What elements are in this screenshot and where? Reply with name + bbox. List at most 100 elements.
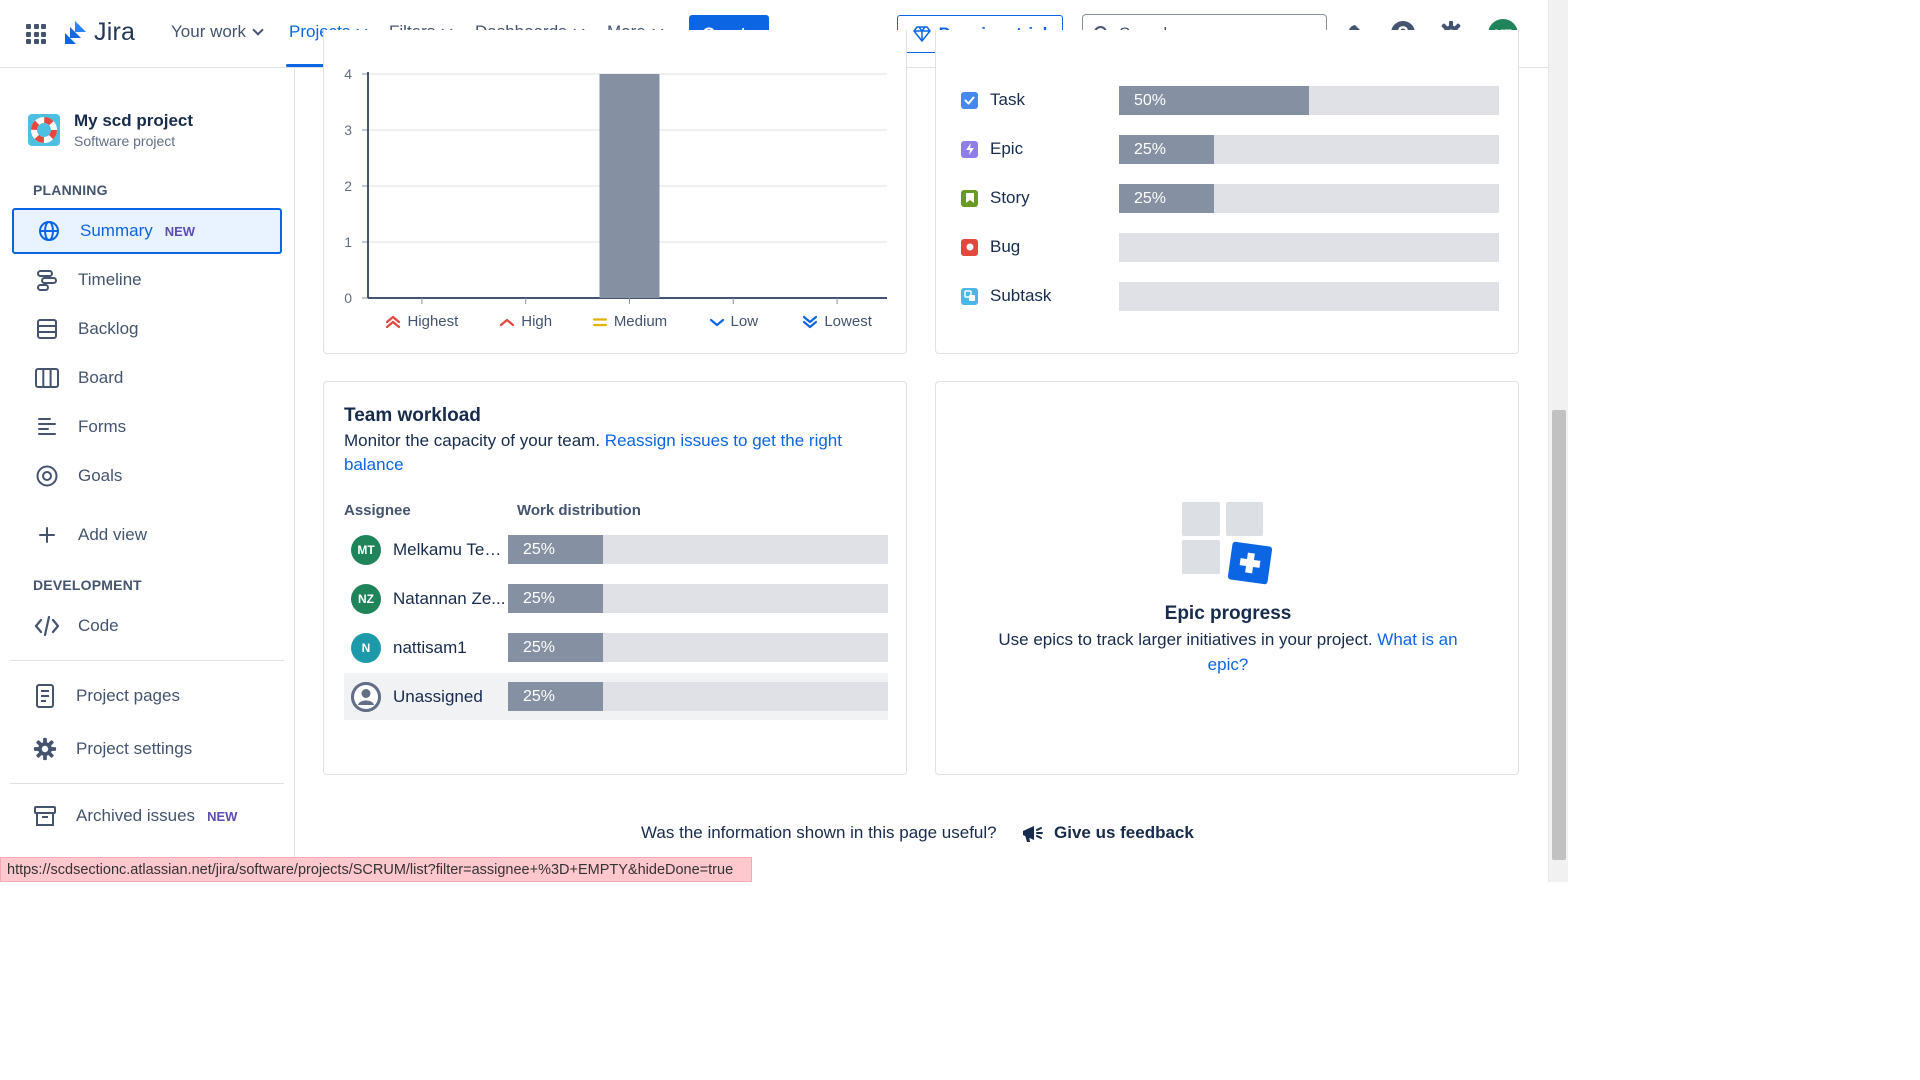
- give-feedback-button[interactable]: Give us feedback: [1020, 821, 1194, 845]
- legend-item-medium: Medium: [590, 313, 670, 330]
- work-distribution-bar[interactable]: 25%: [508, 584, 888, 613]
- sidebar-item-code[interactable]: Code: [12, 603, 282, 649]
- app-switcher-icon[interactable]: [26, 24, 46, 44]
- workload-row[interactable]: Nnattisam1 25%: [344, 624, 888, 671]
- jira-logo-text: Jira: [94, 18, 136, 46]
- type-name: Subtask: [990, 286, 1052, 305]
- sidebar-item-timeline-label: Timeline: [78, 270, 142, 289]
- nav-your-work-label: Your work: [171, 22, 246, 41]
- globe-icon: [36, 218, 62, 244]
- new-badge: NEW: [164, 223, 196, 239]
- avatar: NZ: [351, 583, 381, 614]
- type-row-epic[interactable]: Epic: [961, 139, 1023, 159]
- type-row-task[interactable]: Task: [961, 90, 1025, 110]
- new-badge: NEW: [207, 808, 238, 824]
- chart-x-tick-label: Lowest: [824, 313, 872, 330]
- type-name: Bug: [990, 237, 1021, 256]
- type-distribution-bar[interactable]: 25%: [1119, 184, 1499, 213]
- sidebar-item-backlog[interactable]: Backlog: [12, 306, 282, 352]
- type-distribution-bar[interactable]: 25%: [1119, 135, 1499, 164]
- chart-y-tick-label: 3: [344, 122, 352, 138]
- project-lifebuoy-icon: [28, 114, 60, 146]
- chart-x-tick-label: Low: [730, 313, 759, 330]
- chart-y-tick-label: 4: [344, 66, 352, 82]
- page-scrollbar[interactable]: [1548, 0, 1568, 882]
- type-distribution-fill: 25%: [1119, 135, 1214, 164]
- work-distribution-bar[interactable]: 25%: [508, 633, 888, 662]
- chart-x-tick-label: High: [521, 313, 553, 330]
- chart-x-tick-label: Highest: [407, 313, 459, 330]
- workload-row[interactable]: Unassigned 25%: [344, 673, 888, 720]
- jira-logo[interactable]: Jira: [62, 18, 135, 47]
- sidebar-item-goals[interactable]: Goals: [12, 453, 282, 499]
- sidebar-item-add-view[interactable]: Add view: [12, 512, 282, 558]
- priority-chart: 0 1 2 3 4: [344, 66, 887, 306]
- avatar: N: [351, 632, 381, 663]
- jira-logo-icon: [65, 20, 86, 44]
- chart-y-tick-label: 2: [344, 178, 352, 194]
- board-icon: [34, 365, 60, 391]
- sidebar-item-forms-label: Forms: [78, 417, 127, 436]
- sidebar-item-board[interactable]: Board: [12, 355, 282, 401]
- chart-x-tick-label: Medium: [613, 313, 668, 330]
- work-distribution-bar[interactable]: 25%: [508, 682, 888, 711]
- sidebar-item-timeline[interactable]: Timeline: [12, 257, 282, 303]
- task-type-icon: [961, 91, 978, 109]
- type-row-bug[interactable]: Bug: [961, 237, 1020, 257]
- type-distribution-fill: 50%: [1119, 86, 1309, 115]
- project-header[interactable]: My scd project Software project: [28, 111, 193, 149]
- legend-item-low: Low: [693, 313, 773, 330]
- legend-item-high: High: [486, 313, 566, 330]
- page-icon: [32, 683, 58, 709]
- sidebar-item-backlog-label: Backlog: [78, 319, 139, 338]
- sidebar-divider: [10, 660, 284, 661]
- target-icon: [34, 463, 60, 489]
- type-distribution-bar[interactable]: 50%: [1119, 86, 1499, 115]
- chart-y-tick-label: 0: [344, 290, 352, 306]
- development-section-label: DEVELOPMENT: [33, 577, 142, 593]
- avatar: MT: [351, 534, 381, 565]
- assignee-name: Natannan Ze...: [393, 588, 506, 608]
- type-distribution-bar[interactable]: [1119, 233, 1499, 262]
- sidebar-item-project-pages[interactable]: Project pages: [12, 673, 282, 719]
- priority-breakdown-card: 0 1 2 3 4 Highest High Medium Low Lowest: [323, 30, 907, 354]
- team-workload-card: Team workload Monitor the capacity of yo…: [323, 381, 907, 775]
- team-workload-desc-text: Monitor the capacity of your team.: [344, 431, 601, 450]
- chevron-down-icon: [252, 23, 264, 36]
- sidebar-item-project-settings-label: Project settings: [76, 739, 193, 758]
- epic-illustration-icon: [1182, 502, 1274, 585]
- project-name: My scd project: [74, 111, 194, 130]
- scrollbar-thumb[interactable]: [1552, 410, 1566, 860]
- work-distribution-bar[interactable]: 25%: [508, 535, 888, 564]
- workload-row[interactable]: MT Melkamu Tes... 25%: [344, 526, 888, 573]
- team-workload-description: Monitor the capacity of your team. Reass…: [344, 429, 864, 477]
- type-row-story[interactable]: Story: [961, 188, 1030, 208]
- assignee-name: Melkamu Tes...: [393, 539, 506, 559]
- assignee-name: nattisam1: [393, 637, 467, 657]
- status-bar-url: https://scdsectionc.atlassian.net/jira/s…: [0, 857, 752, 882]
- workload-row[interactable]: NZ Natannan Ze... 25%: [344, 575, 888, 622]
- sidebar-item-project-settings[interactable]: Project settings: [12, 726, 282, 772]
- sidebar-item-archived-issues[interactable]: Archived issues NEW: [12, 793, 282, 839]
- work-distribution-column-header: Work distribution: [517, 502, 641, 519]
- project-type: Software project: [74, 133, 176, 149]
- sidebar-item-forms[interactable]: Forms: [12, 404, 282, 450]
- type-name: Task: [990, 90, 1025, 109]
- type-row-subtask[interactable]: Subtask: [961, 286, 1051, 306]
- epic-type-icon: [961, 140, 978, 158]
- type-name: Epic: [990, 139, 1024, 158]
- nav-your-work[interactable]: Your work: [171, 22, 264, 42]
- unassigned-avatar-icon: [351, 681, 381, 712]
- sidebar-item-summary[interactable]: Summary NEW: [12, 208, 282, 254]
- sidebar-item-archived-issues-label: Archived issues: [76, 806, 196, 825]
- diamond-icon: [912, 26, 931, 42]
- type-distribution-fill: 25%: [1119, 184, 1214, 213]
- subtask-type-icon: [961, 287, 978, 305]
- chart-y-tick-label: 1: [344, 234, 352, 250]
- type-distribution-bar[interactable]: [1119, 282, 1499, 311]
- priority-highest-icon: [385, 315, 401, 329]
- settings-gear-icon: [32, 736, 58, 762]
- bug-type-icon: [961, 238, 978, 256]
- forms-icon: [34, 414, 60, 440]
- priority-legend: Highest High Medium Low Lowest: [324, 313, 908, 333]
